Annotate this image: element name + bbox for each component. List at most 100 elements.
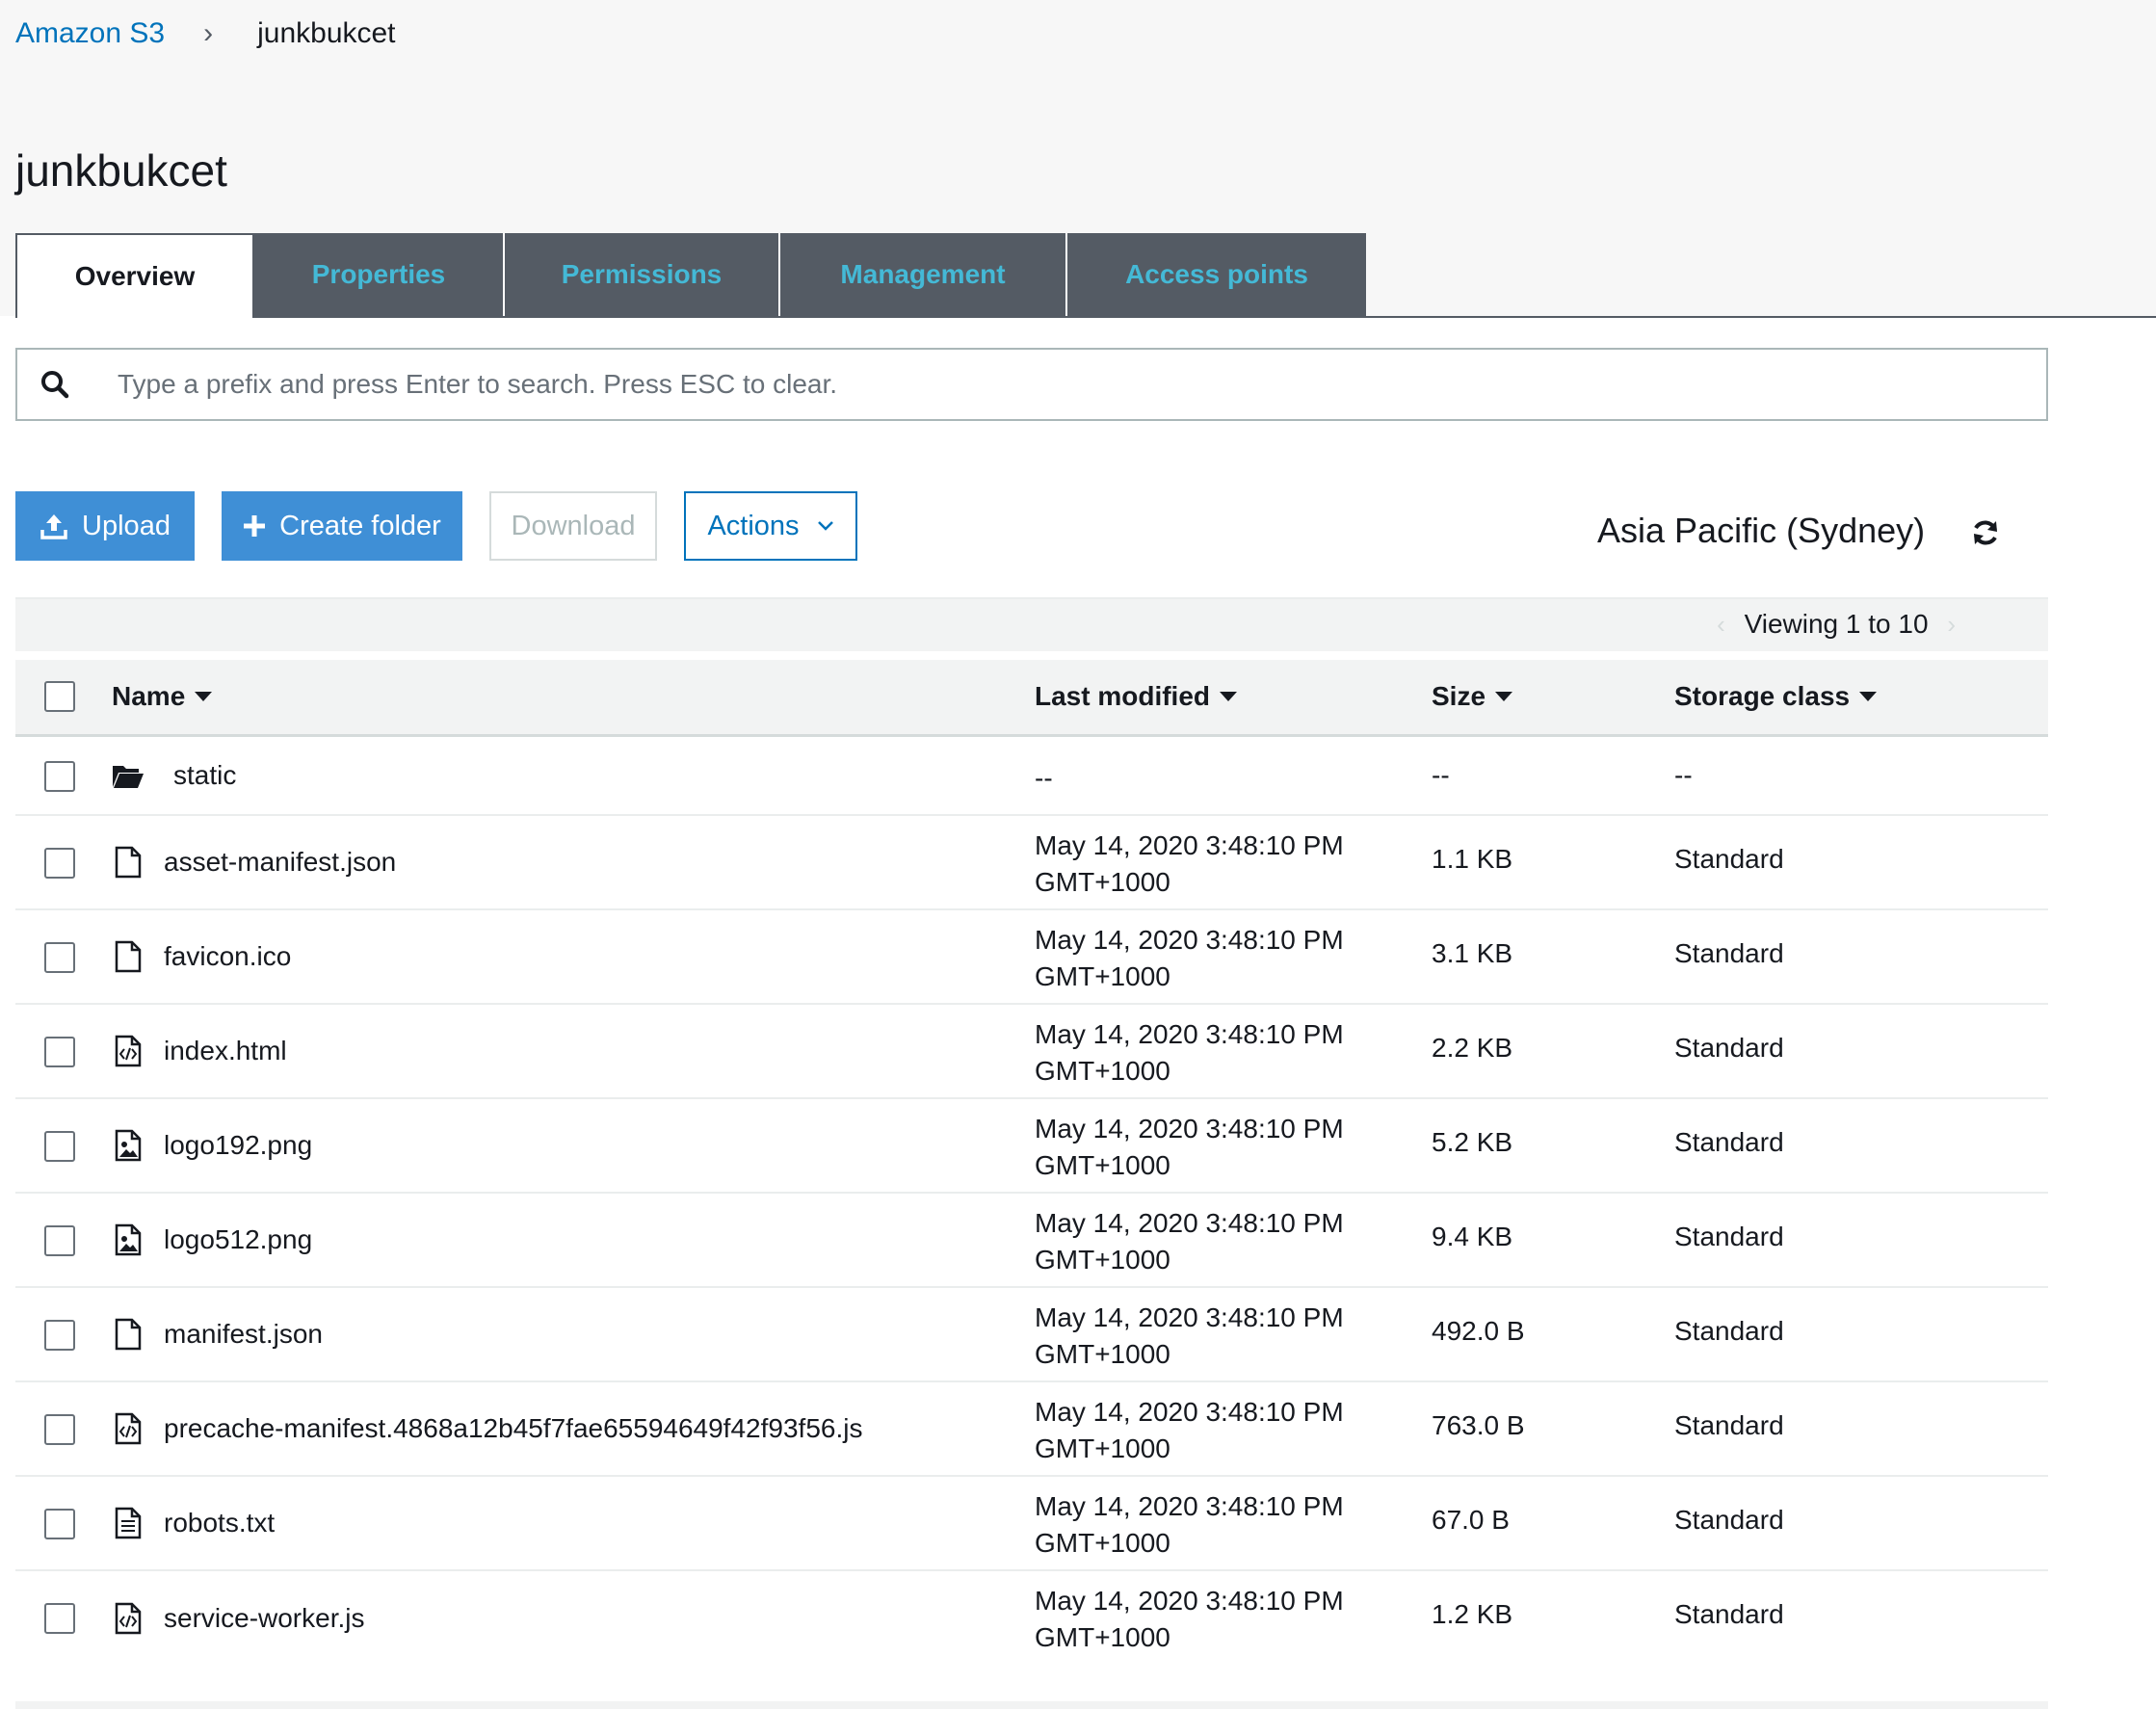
date-text: May 14, 2020 3:48:10 PM xyxy=(1035,1491,1344,1521)
table-row: static -- -- -- xyxy=(15,737,2048,816)
download-button[interactable]: Download xyxy=(489,491,657,561)
name-cell: favicon.ico xyxy=(112,910,291,1003)
name-cell: asset-manifest.json xyxy=(112,816,396,908)
column-header-storage-class[interactable]: Storage class xyxy=(1674,681,1878,712)
storage-class-cell: -- xyxy=(1674,760,1693,790)
sort-caret-icon xyxy=(1859,692,1878,701)
size-cell: 2.2 KB xyxy=(1432,1033,1513,1063)
column-header-last-modified[interactable]: Last modified xyxy=(1035,681,1238,712)
select-all-checkbox[interactable] xyxy=(44,681,75,712)
column-header-size[interactable]: Size xyxy=(1432,681,1513,712)
previous-page-icon[interactable]: ‹ xyxy=(1717,610,1725,639)
row-checkbox[interactable] xyxy=(44,1509,75,1539)
refresh-icon[interactable] xyxy=(1970,517,2001,553)
size-cell: 1.1 KB xyxy=(1432,844,1513,874)
timezone-text: GMT+1000 xyxy=(1035,1528,1170,1558)
size-cell: 763.0 B xyxy=(1432,1410,1525,1440)
table-row: logo512.png May 14, 2020 3:48:10 PM GMT+1… xyxy=(15,1194,2048,1288)
row-checkbox[interactable] xyxy=(44,1320,75,1351)
object-name-link[interactable]: asset-manifest.json xyxy=(164,847,396,878)
tab-permissions[interactable]: Permissions xyxy=(505,233,780,316)
tab-access-points[interactable]: Access points xyxy=(1067,233,1366,316)
last-modified-cell: May 14, 2020 3:48:10 PM GMT+1000 xyxy=(1035,1111,1344,1184)
breadcrumb-separator: › xyxy=(203,17,214,49)
search-box xyxy=(15,348,2048,421)
tab-management[interactable]: Management xyxy=(780,233,1067,316)
date-text: May 14, 2020 3:48:10 PM xyxy=(1035,1208,1344,1238)
last-modified-cell: May 14, 2020 3:48:10 PM GMT+1000 xyxy=(1035,1300,1344,1373)
file-icon xyxy=(112,1318,145,1351)
plus-icon xyxy=(243,514,266,538)
text-file-icon xyxy=(112,1507,145,1539)
row-checkbox[interactable] xyxy=(44,1225,75,1256)
upload-label: Upload xyxy=(82,510,171,541)
code-file-icon xyxy=(112,1602,145,1635)
last-modified-cell: -- xyxy=(1035,763,1053,793)
storage-class-cell: Standard xyxy=(1674,1599,1784,1629)
last-modified-cell: May 14, 2020 3:48:10 PM GMT+1000 xyxy=(1035,1583,1344,1656)
upload-icon xyxy=(39,512,68,540)
object-name-link[interactable]: logo512.png xyxy=(164,1224,312,1255)
create-folder-button[interactable]: Create folder xyxy=(222,491,462,561)
timezone-text: GMT+1000 xyxy=(1035,1622,1170,1652)
object-name-link[interactable]: robots.txt xyxy=(164,1508,275,1538)
table-footer xyxy=(15,1701,2048,1709)
image-file-icon xyxy=(112,1223,145,1256)
last-modified-cell: May 14, 2020 3:48:10 PM GMT+1000 xyxy=(1035,828,1344,901)
row-checkbox[interactable] xyxy=(44,1037,75,1067)
row-checkbox[interactable] xyxy=(44,1603,75,1634)
column-header-size-label: Size xyxy=(1432,681,1486,711)
timezone-text: GMT+1000 xyxy=(1035,1150,1170,1180)
object-name-link[interactable]: static xyxy=(173,760,236,791)
column-header-name[interactable]: Name xyxy=(112,681,213,712)
object-name-link[interactable]: favicon.ico xyxy=(164,941,291,972)
tab-bar: Overview Properties Permissions Manageme… xyxy=(15,233,1366,318)
object-name-link[interactable]: index.html xyxy=(164,1036,287,1066)
date-text: May 14, 2020 3:48:10 PM xyxy=(1035,1397,1344,1427)
pagination-bar: ‹ Viewing 1 to 10 › xyxy=(15,597,2048,651)
timezone-text: GMT+1000 xyxy=(1035,961,1170,991)
column-header-last-modified-label: Last modified xyxy=(1035,681,1211,711)
breadcrumb-amazon-s3-link[interactable]: Amazon S3 xyxy=(15,17,165,50)
tab-properties[interactable]: Properties xyxy=(254,233,505,316)
sort-caret-icon xyxy=(1220,692,1238,701)
date-text: May 14, 2020 3:48:10 PM xyxy=(1035,925,1344,955)
timezone-text: GMT+1000 xyxy=(1035,1433,1170,1463)
actions-dropdown[interactable]: Actions xyxy=(684,491,857,561)
row-checkbox[interactable] xyxy=(44,942,75,973)
column-header-name-label: Name xyxy=(112,681,186,711)
folder-icon xyxy=(112,762,145,789)
upload-button[interactable]: Upload xyxy=(15,491,195,561)
size-cell: 3.1 KB xyxy=(1432,938,1513,968)
table-header: Name Last modified Size Storage class xyxy=(15,660,2048,737)
tab-overview[interactable]: Overview xyxy=(15,233,254,318)
objects-table: Name Last modified Size Storage class st… xyxy=(15,660,2048,1666)
storage-class-cell: Standard xyxy=(1674,1316,1784,1346)
name-cell: manifest.json xyxy=(112,1288,323,1380)
object-name-link[interactable]: logo192.png xyxy=(164,1130,312,1161)
table-row: favicon.ico May 14, 2020 3:48:10 PM GMT+1… xyxy=(15,910,2048,1005)
row-checkbox[interactable] xyxy=(44,761,75,792)
timezone-text: GMT+1000 xyxy=(1035,1339,1170,1369)
date-text: May 14, 2020 3:48:10 PM xyxy=(1035,1302,1344,1332)
storage-class-cell: Standard xyxy=(1674,1410,1784,1440)
chevron-down-icon xyxy=(817,520,834,532)
code-file-icon xyxy=(112,1412,145,1445)
row-checkbox[interactable] xyxy=(44,848,75,879)
name-cell: logo512.png xyxy=(112,1194,312,1286)
name-cell: robots.txt xyxy=(112,1477,275,1569)
object-name-link[interactable]: manifest.json xyxy=(164,1319,323,1350)
file-icon xyxy=(112,940,145,973)
timezone-text: GMT+1000 xyxy=(1035,1245,1170,1275)
row-checkbox[interactable] xyxy=(44,1414,75,1445)
name-cell: logo192.png xyxy=(112,1099,312,1192)
image-file-icon xyxy=(112,1129,145,1162)
search-input[interactable] xyxy=(118,369,1948,400)
size-cell: 67.0 B xyxy=(1432,1505,1510,1535)
object-name-link[interactable]: precache-manifest.4868a12b45f7fae6559464… xyxy=(164,1413,862,1444)
row-checkbox[interactable] xyxy=(44,1131,75,1162)
object-name-link[interactable]: service-worker.js xyxy=(164,1603,364,1634)
size-cell: 492.0 B xyxy=(1432,1316,1525,1346)
table-row: index.html May 14, 2020 3:48:10 PM GMT+10… xyxy=(15,1005,2048,1099)
next-page-icon[interactable]: › xyxy=(1947,610,1956,639)
